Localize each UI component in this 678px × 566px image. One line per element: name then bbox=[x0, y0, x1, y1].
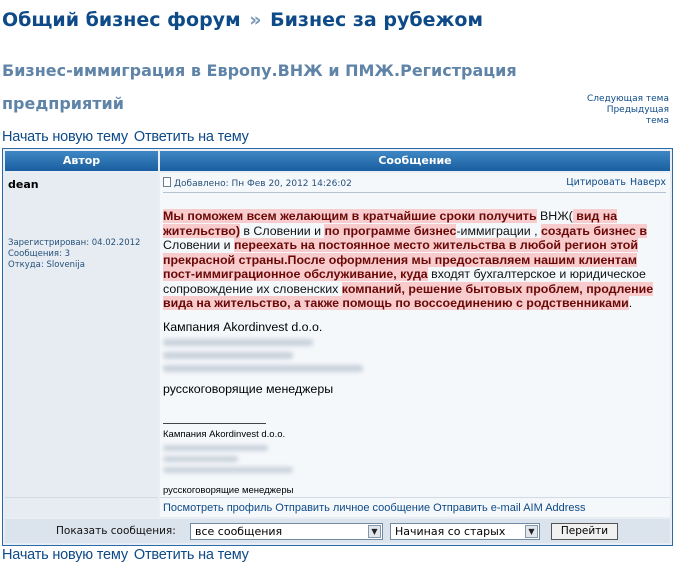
post-date: Добавлено: Пн Фев 20, 2012 14:26:02 bbox=[174, 179, 352, 189]
topic-actions-top: Начать новую тему Ответить на тему bbox=[2, 129, 255, 145]
next-topic-link[interactable]: Следующая тема bbox=[587, 94, 669, 104]
dropdown-arrow-icon: ▼ bbox=[368, 525, 381, 538]
signature-company: Кампания Akordinvest d.o.o. bbox=[163, 320, 323, 334]
signature-small: Кампания Akordinvest d.o.o. русскоговоря… bbox=[163, 429, 293, 497]
prev-topic-link-line1[interactable]: Предыдущая bbox=[607, 105, 669, 115]
breadcrumb-section-link[interactable]: Бизнес за рубежом bbox=[270, 9, 483, 31]
aim-address-link[interactable]: AIM Address bbox=[523, 502, 585, 514]
author-footer-cell bbox=[5, 497, 158, 517]
message-column-header: Сообщение bbox=[160, 151, 670, 171]
send-pm-link[interactable]: Отправить личное сообщение bbox=[275, 502, 430, 514]
post-actions: Цитировать Наверх bbox=[562, 177, 666, 188]
signature-managers-small: русскоговорящие менеджеры bbox=[163, 485, 294, 496]
messages-filter-select[interactable]: все сообщения ▼ bbox=[190, 523, 383, 540]
message-cell: Добавлено: Пн Фев 20, 2012 14:26:02 Цити… bbox=[160, 173, 670, 517]
post-body-part: в Словении и bbox=[239, 223, 325, 238]
display-filter-label: Показать сообщения: bbox=[56, 525, 176, 537]
author-column-header: Автор bbox=[5, 151, 158, 171]
topic-actions-bottom: Начать новую тему Ответить на тему bbox=[2, 547, 255, 563]
post-body-part: ВНЖ( bbox=[536, 209, 573, 223]
prev-topic-link-line2[interactable]: тема bbox=[646, 116, 669, 126]
sort-order-select[interactable]: Начиная со старых ▼ bbox=[390, 523, 540, 540]
messages-filter-value: все сообщения bbox=[195, 525, 283, 538]
breadcrumb-separator: » bbox=[249, 9, 262, 31]
author-registered: Зарегистрирован: 04.02.2012 bbox=[8, 238, 141, 248]
post-body-part: -иммиграции , bbox=[456, 223, 541, 238]
post-body-part: . bbox=[628, 296, 633, 310]
post-body: Мы поможем всем желающим в кратчайшие ср… bbox=[163, 209, 668, 311]
signature-managers: русскоговорящие менеджеры bbox=[163, 381, 334, 396]
topic-nav: Следующая тема Предыдущая тема bbox=[549, 94, 669, 127]
dropdown-arrow-icon: ▼ bbox=[525, 525, 538, 538]
post-body-part: создать бизнес в bbox=[541, 223, 647, 238]
redacted-contact-block-small bbox=[163, 445, 293, 485]
post-body-part: Мы поможем всем желающим в кратчайшие ср… bbox=[163, 209, 537, 223]
profile-links: Посмотреть профиль Отправить личное сооб… bbox=[160, 497, 670, 517]
author-name[interactable]: dean bbox=[8, 178, 155, 191]
display-filter-bar: Показать сообщения: все сообщения ▼ Начи… bbox=[5, 519, 670, 543]
sort-order-value: Начиная со старых bbox=[395, 525, 506, 538]
post-document-icon bbox=[163, 177, 171, 187]
reply-button[interactable]: Ответить на тему bbox=[134, 129, 249, 145]
new-topic-button[interactable]: Начать новую тему bbox=[2, 129, 128, 145]
post-body-part: по программе бизнес bbox=[324, 223, 457, 238]
post-meta: Добавлено: Пн Фев 20, 2012 14:26:02 bbox=[163, 177, 352, 189]
go-button[interactable]: Перейти bbox=[551, 523, 618, 540]
signature: Кампания Akordinvest d.o.o. русскоговоря… bbox=[163, 320, 383, 396]
send-email-link[interactable]: Отправить e-mail bbox=[433, 502, 521, 514]
quote-button[interactable]: Цитировать bbox=[566, 177, 626, 188]
breadcrumb: Общий бизнес форум » Бизнес за рубежом bbox=[2, 9, 483, 31]
signature-separator bbox=[163, 423, 266, 424]
top-link[interactable]: Наверх bbox=[630, 177, 666, 188]
post-table: Автор Сообщение dean Зарегистрирован: 04… bbox=[2, 148, 673, 546]
author-location: Откуда: Slovenija bbox=[8, 260, 85, 270]
post-body-part: Словении и bbox=[163, 238, 235, 252]
breadcrumb-forum-link[interactable]: Общий бизнес форум bbox=[2, 9, 241, 31]
author-cell: dean Зарегистрирован: 04.02.2012 Сообщен… bbox=[5, 173, 158, 517]
topic-title[interactable]: Бизнес-иммиграция в Европу.ВНЖ и ПМЖ.Рег… bbox=[2, 54, 562, 120]
author-info: Зарегистрирован: 04.02.2012 Сообщения: 3… bbox=[8, 238, 140, 271]
reply-button-bottom[interactable]: Ответить на тему bbox=[134, 547, 249, 563]
view-profile-link[interactable]: Посмотреть профиль bbox=[163, 502, 272, 514]
new-topic-button-bottom[interactable]: Начать новую тему bbox=[2, 547, 128, 563]
post-divider bbox=[163, 192, 666, 193]
redacted-contact-block bbox=[163, 338, 383, 382]
signature-company-small: Кампания Akordinvest d.o.o. bbox=[163, 429, 286, 440]
author-posts: Сообщения: 3 bbox=[8, 249, 70, 259]
